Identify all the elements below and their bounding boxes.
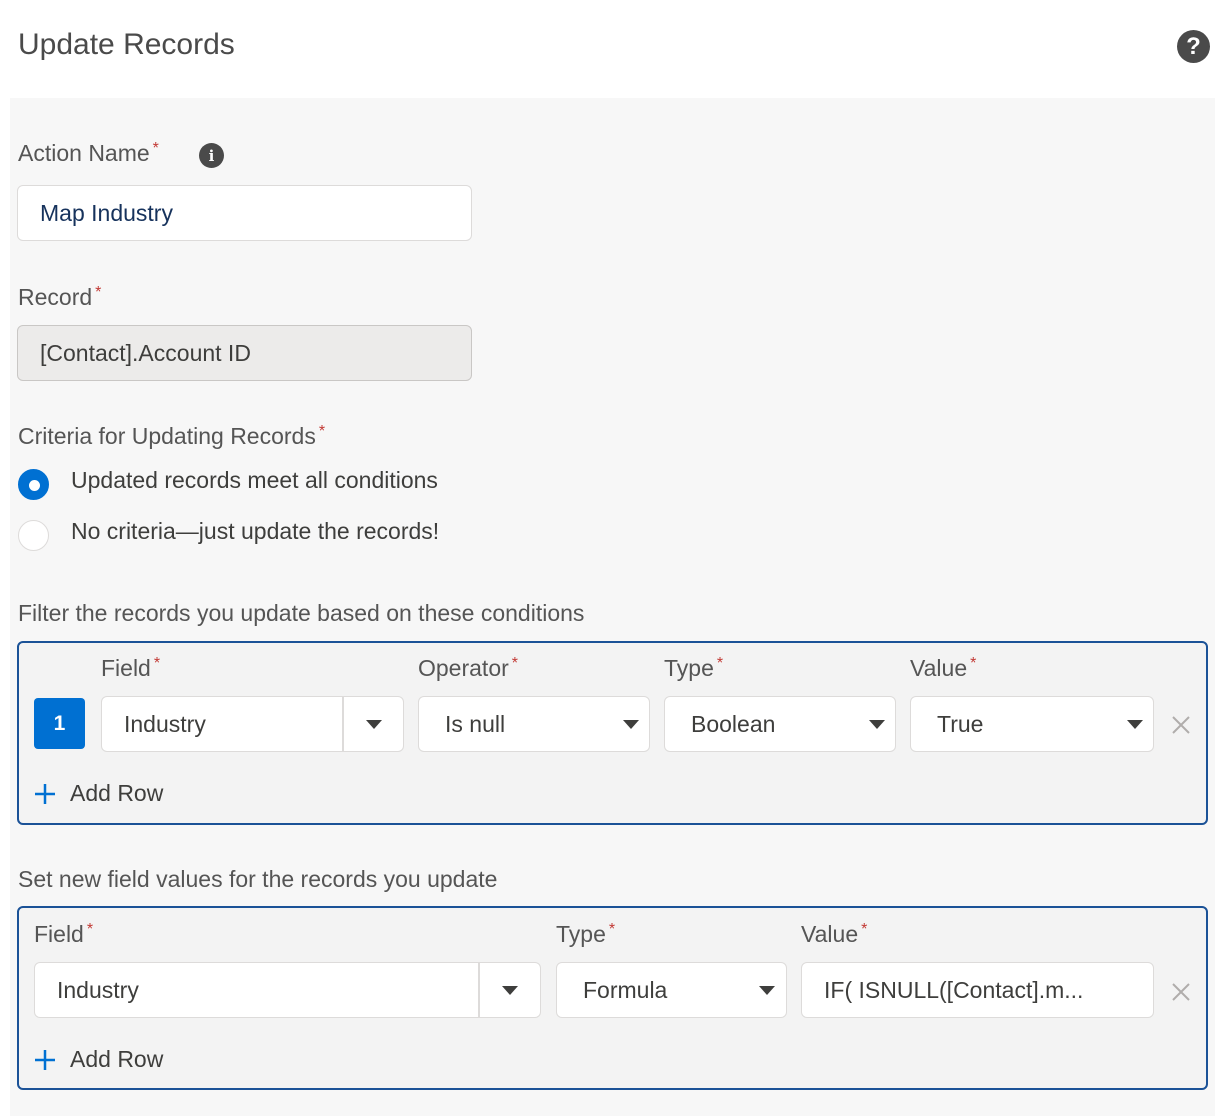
set-type-select[interactable]: Formula bbox=[556, 962, 787, 1018]
criteria-label: Criteria for Updating Records * bbox=[18, 423, 325, 450]
info-icon[interactable]: i bbox=[199, 143, 224, 168]
filter-col-field-text: Field bbox=[101, 655, 151, 681]
close-icon[interactable] bbox=[1170, 714, 1192, 736]
filter-value-select[interactable]: True bbox=[910, 696, 1154, 752]
filter-col-value-text: Value bbox=[910, 655, 968, 681]
set-col-value: Value * bbox=[801, 921, 867, 948]
set-values-heading: Set new field values for the records you… bbox=[18, 866, 498, 892]
required-marker: * bbox=[86, 921, 94, 938]
plus-icon bbox=[35, 783, 55, 804]
record-label-text: Record bbox=[18, 284, 93, 310]
plus-icon bbox=[35, 1049, 55, 1070]
required-marker: * bbox=[95, 284, 102, 301]
select-separator bbox=[478, 963, 480, 1017]
filter-col-operator-text: Operator bbox=[418, 655, 509, 681]
question-circle-icon[interactable]: ? bbox=[1177, 30, 1210, 63]
filter-add-row-label: Add Row bbox=[70, 780, 164, 806]
chevron-down-icon bbox=[1127, 720, 1143, 729]
set-add-row-button[interactable]: Add Row bbox=[34, 1046, 163, 1073]
filter-type-value: Boolean bbox=[691, 710, 776, 737]
required-marker: * bbox=[608, 921, 616, 938]
filter-col-field: Field * bbox=[101, 655, 160, 682]
action-name-input[interactable]: Map Industry bbox=[17, 185, 472, 241]
action-name-label-text: Action Name bbox=[18, 140, 150, 166]
chevron-down-icon bbox=[759, 986, 775, 995]
filter-field-select[interactable]: Industry bbox=[101, 696, 404, 752]
filter-operator-select[interactable]: Is null bbox=[418, 696, 650, 752]
filter-operator-value: Is null bbox=[445, 710, 506, 737]
required-marker: * bbox=[511, 655, 518, 672]
radio-no-criteria-label[interactable]: No criteria—just update the records! bbox=[71, 518, 439, 545]
filter-col-value: Value * bbox=[910, 655, 976, 682]
radio-meet-conditions-label[interactable]: Updated records meet all conditions bbox=[71, 467, 438, 494]
chevron-down-icon bbox=[623, 720, 639, 729]
filter-col-type-text: Type bbox=[664, 655, 714, 681]
criteria-label-text: Criteria for Updating Records bbox=[18, 423, 316, 449]
filter-col-operator: Operator * bbox=[418, 655, 518, 682]
radio-meet-conditions[interactable] bbox=[18, 469, 49, 500]
set-value-formula-input[interactable]: IF( ISNULL([Contact].m... bbox=[801, 962, 1154, 1018]
record-label: Record * bbox=[18, 284, 101, 311]
set-col-field: Field * bbox=[34, 921, 93, 948]
required-marker: * bbox=[153, 655, 161, 672]
radio-no-criteria[interactable] bbox=[18, 520, 49, 551]
required-marker: * bbox=[861, 921, 868, 938]
set-type-value: Formula bbox=[583, 976, 668, 1003]
close-icon[interactable] bbox=[1170, 981, 1192, 1003]
set-col-type: Type * bbox=[556, 921, 615, 948]
set-add-row-label: Add Row bbox=[70, 1046, 164, 1072]
chevron-down-icon bbox=[502, 986, 518, 995]
set-field-select[interactable]: Industry bbox=[34, 962, 541, 1018]
required-marker: * bbox=[152, 140, 159, 157]
filter-type-select[interactable]: Boolean bbox=[664, 696, 896, 752]
required-marker: * bbox=[716, 655, 724, 672]
page-title: Update Records bbox=[18, 28, 235, 61]
chevron-down-icon bbox=[366, 720, 382, 729]
set-col-type-text: Type bbox=[556, 921, 606, 947]
filter-value-value: True bbox=[937, 710, 984, 737]
required-marker: * bbox=[970, 655, 977, 672]
action-name-label: Action Name * bbox=[18, 140, 159, 167]
record-input: [Contact].Account ID bbox=[17, 325, 472, 381]
row-number-badge: 1 bbox=[34, 698, 85, 749]
filter-heading: Filter the records you update based on t… bbox=[18, 600, 585, 626]
set-col-value-text: Value bbox=[801, 921, 859, 947]
set-col-field-text: Field bbox=[34, 921, 84, 947]
filter-field-value: Industry bbox=[124, 710, 206, 737]
filter-col-type: Type * bbox=[664, 655, 723, 682]
select-separator bbox=[342, 697, 344, 751]
chevron-down-icon bbox=[869, 720, 885, 729]
required-marker: * bbox=[318, 423, 326, 440]
filter-add-row-button[interactable]: Add Row bbox=[34, 780, 163, 807]
set-field-value: Industry bbox=[57, 976, 139, 1003]
